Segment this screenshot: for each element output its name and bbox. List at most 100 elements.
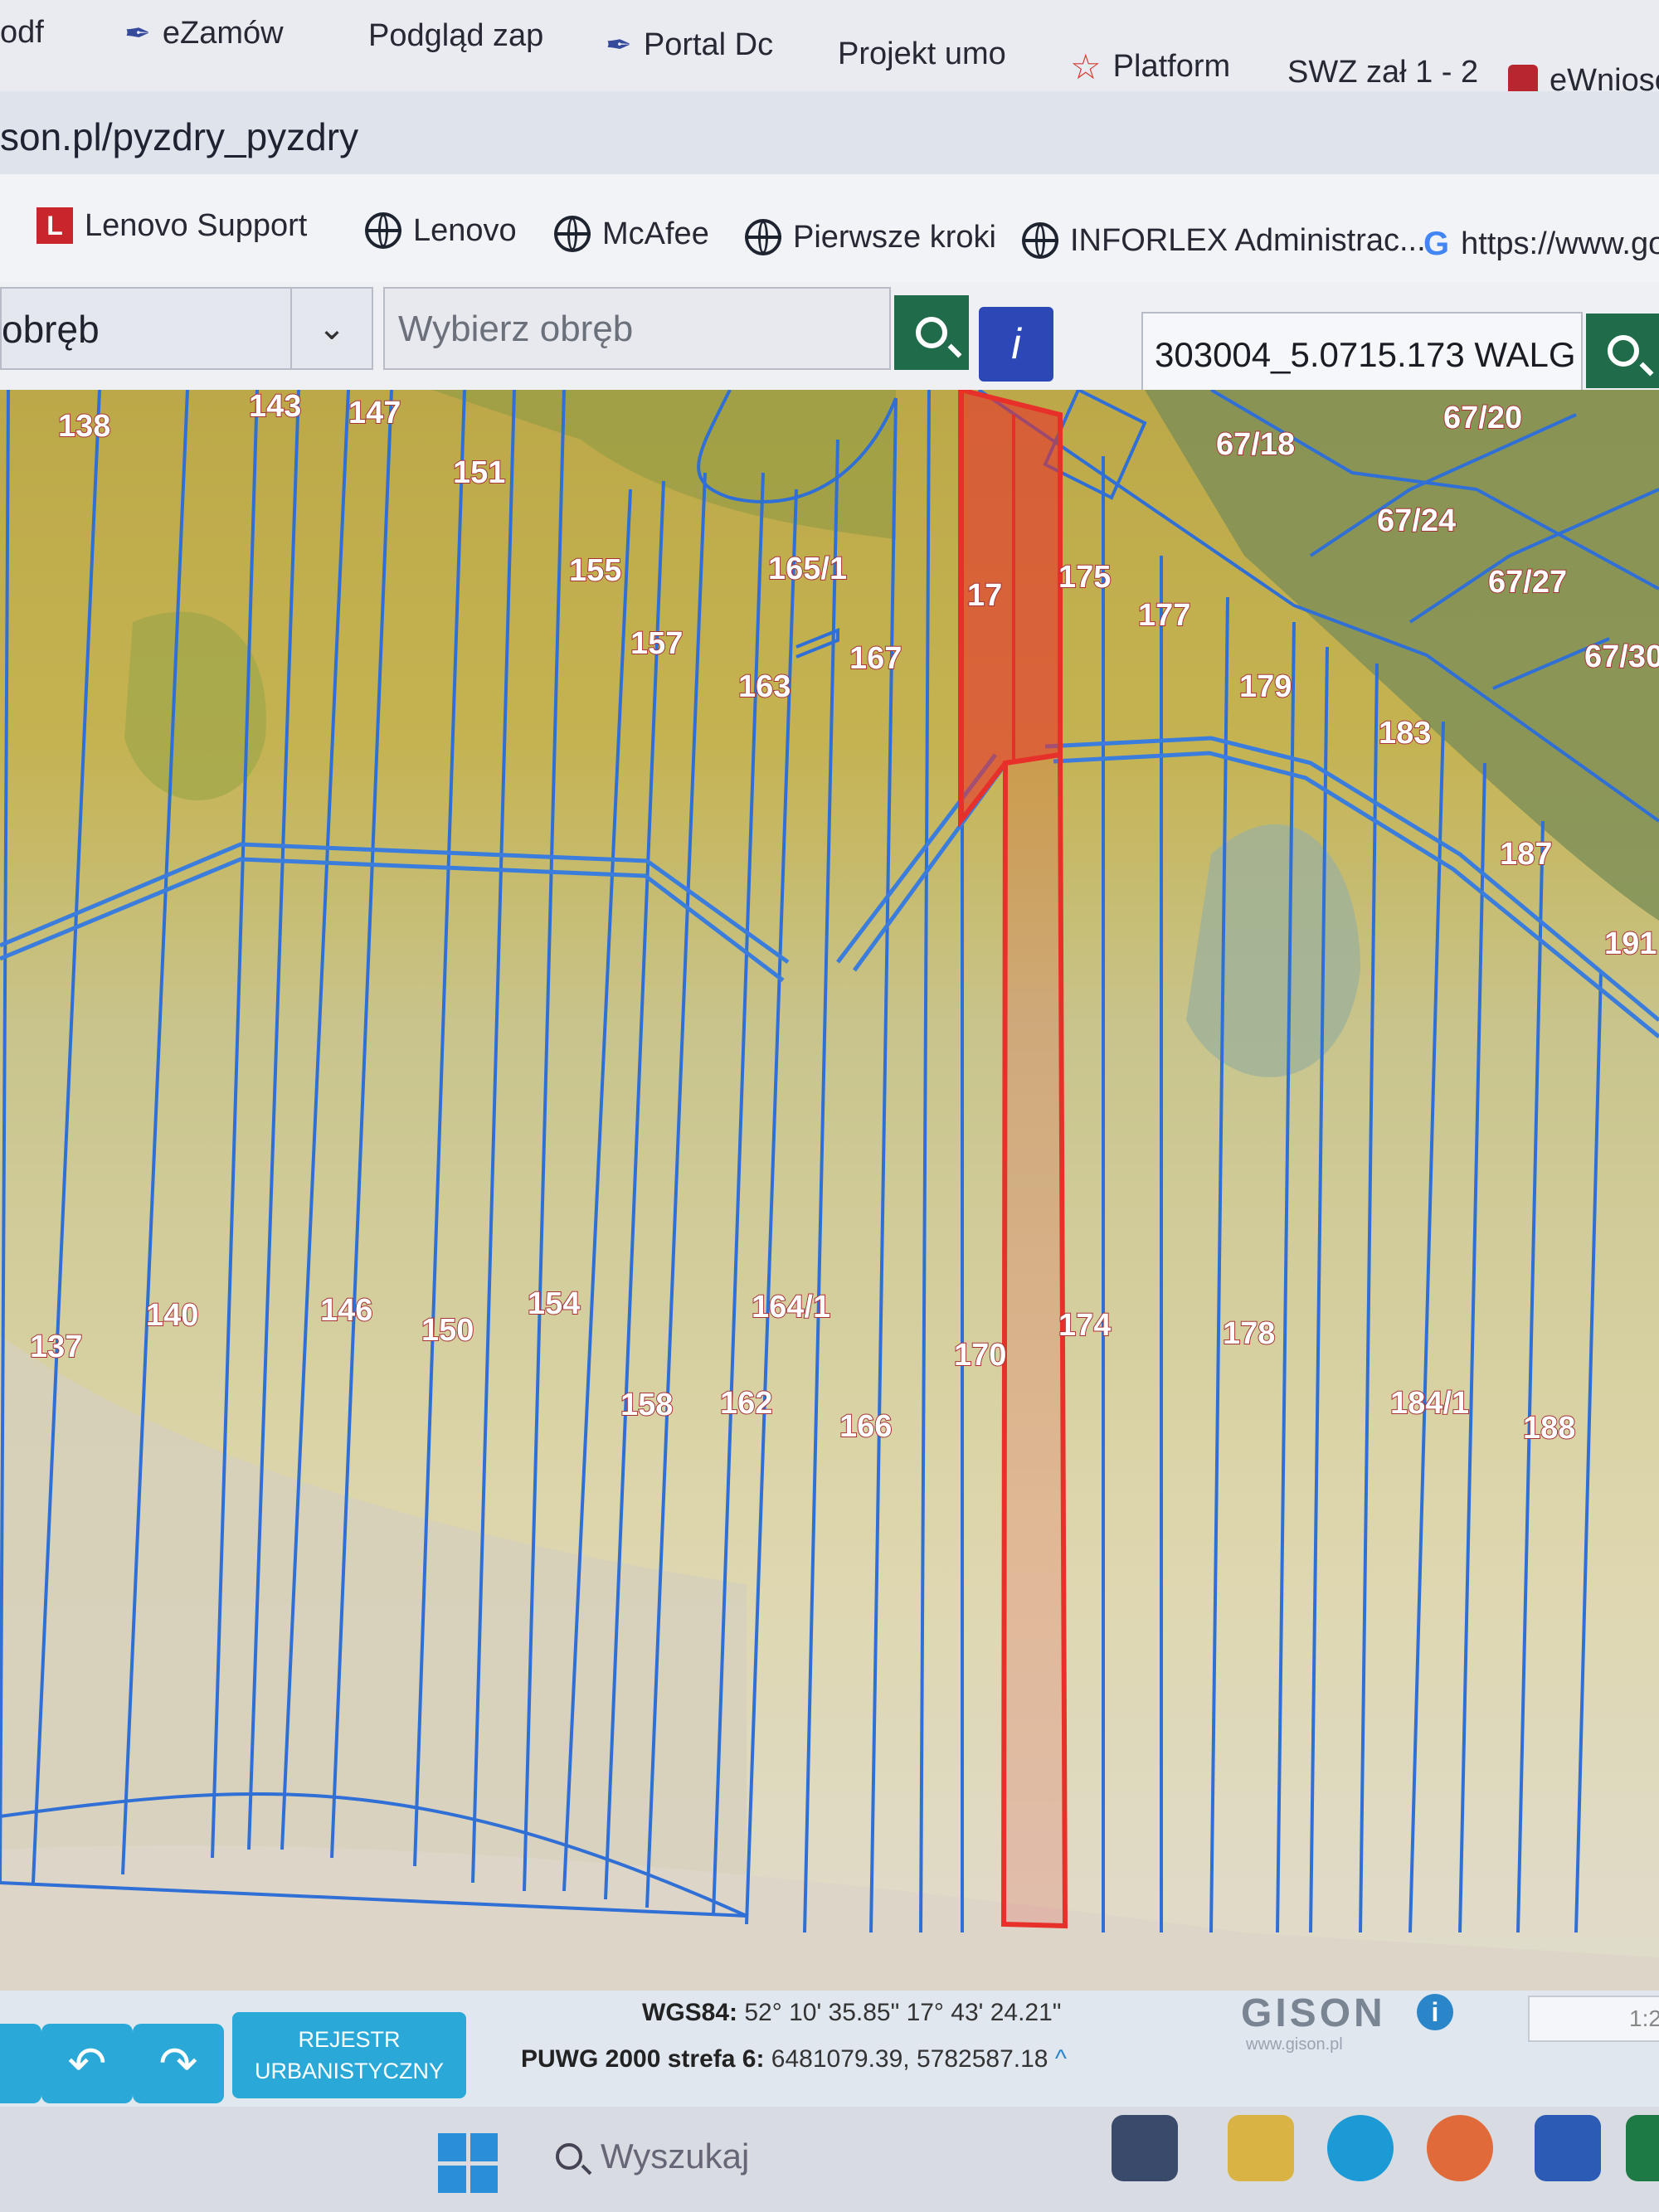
parcel-label: 165/1 [768, 552, 847, 586]
parcel-label: 143 [249, 390, 301, 424]
undo-icon: ↶ [67, 2037, 107, 2089]
parcel-label: 184/1 [1390, 1386, 1469, 1421]
chevron-down-icon[interactable]: ⌄ [290, 289, 372, 368]
bookmark-platform[interactable]: ☆ Platform [1070, 46, 1230, 87]
parcel-label: 67/27 [1488, 565, 1567, 600]
parcel-label: 146 [320, 1293, 372, 1328]
parcel-label: 158 [620, 1388, 673, 1422]
taskbar-search[interactable]: Wyszukaj [556, 2137, 749, 2176]
map-statusbar: ↶ ↷ REJESTR URBANISTYCZNY WGS84: 52° 10'… [0, 1991, 1659, 2107]
bookmark-mcafee[interactable]: McAfee [554, 216, 709, 252]
address-bar[interactable]: son.pl/pyzdry_pyzdry [0, 91, 1659, 175]
parcel-label: 167 [849, 641, 902, 676]
parcel-label: 151 [453, 455, 505, 490]
water-area [1186, 824, 1360, 1077]
side-button[interactable] [0, 2024, 41, 2103]
parcel-label: 67/18 [1216, 427, 1295, 462]
windows-start-icon[interactable] [438, 2133, 498, 2193]
scale-input[interactable]: 1:2 [1528, 1996, 1659, 2042]
parcel-label: 163 [738, 669, 791, 704]
precinct-search-button[interactable] [894, 295, 969, 370]
excel-icon[interactable] [1626, 2115, 1659, 2181]
bookmark-swz[interactable]: SWZ zał 1 - 2 [1287, 55, 1478, 90]
selected-parcel-strip[interactable] [1000, 751, 1068, 1929]
bookmark-lenovo[interactable]: Lenovo [365, 212, 517, 249]
bookmark-odf[interactable]: odf [0, 15, 44, 51]
parcel-label: 67/24 [1377, 503, 1456, 538]
undo-button[interactable]: ↶ [41, 2024, 133, 2103]
info-icon[interactable]: i [1417, 1994, 1453, 2030]
globe-icon [365, 212, 401, 249]
search-icon [916, 317, 947, 348]
bookmark-google[interactable]: Ghttps://www.go [1423, 226, 1659, 263]
parcel-label: 157 [630, 626, 683, 661]
globe-icon [745, 219, 781, 255]
parcel-label: 179 [1239, 669, 1292, 704]
url-text: son.pl/pyzdry_pyzdry [0, 115, 359, 158]
search-icon [556, 2143, 582, 2170]
file-explorer-icon[interactable] [1228, 2115, 1294, 2181]
wgs84-readout: WGS84: 52° 10' 35.85" 17° 43' 24.21" [642, 1999, 1062, 2026]
redo-icon: ↷ [158, 2037, 198, 2089]
bookmark-ezamow[interactable]: ✒ eZamów [124, 15, 284, 52]
parcel-label: 147 [348, 396, 401, 430]
map-svg[interactable]: 138 143 147 151 155 157 165/1 163 167 17… [0, 390, 1659, 1991]
bookmark-projekt[interactable]: Projekt umo [838, 36, 1006, 72]
search-mode-select[interactable]: obręb ⌄ [0, 287, 373, 370]
parcel-label: 166 [839, 1409, 892, 1444]
bookmark-pierwsze-kroki[interactable]: Pierwsze kroki [745, 219, 996, 255]
puwg-readout: PUWG 2000 strefa 6: 6481079.39, 5782587.… [521, 2045, 1067, 2073]
parcel-label: 178 [1223, 1316, 1275, 1351]
app-icon[interactable] [1112, 2115, 1178, 2181]
globe-icon [554, 216, 591, 252]
search-icon [1608, 335, 1639, 367]
windows-taskbar: Wyszukaj [0, 2107, 1659, 2212]
parcel-label: 183 [1379, 716, 1431, 751]
parcel-label: 162 [720, 1386, 772, 1421]
bookmark-inforlex[interactable]: INFORLEX Administrac... [1022, 222, 1426, 259]
bookmarks-bar: L Lenovo Support Lenovo McAfee Pierwsze k… [0, 174, 1659, 283]
rejestr-urbanistyczny-button[interactable]: REJESTR URBANISTYCZNY [232, 2012, 466, 2098]
parcel-label: 17 [967, 578, 1002, 613]
star-icon: ☆ [1070, 47, 1102, 86]
parcel-label: 170 [954, 1338, 1006, 1373]
parcel-id-input[interactable]: 303004_5.0715.173 WALG [1141, 312, 1583, 393]
google-icon: G [1423, 226, 1450, 262]
cadastral-map[interactable]: 138 143 147 151 155 157 165/1 163 167 17… [0, 390, 1659, 1991]
gison-url: www.gison.pl [1246, 2035, 1343, 2054]
chevron-up-icon[interactable]: ^ [1055, 2045, 1067, 2073]
feather-icon: ✒ [606, 28, 632, 63]
parcel-label: 177 [1138, 598, 1190, 633]
bookmarks-top-bar: odf ✒ eZamów Podgląd zap ✒ Portal Dc Proje… [0, 0, 1659, 98]
bookmark-lenovo-support[interactable]: L Lenovo Support [36, 207, 307, 244]
feather-icon: ✒ [124, 17, 151, 51]
parcel-label: 187 [1500, 837, 1552, 872]
parcel-label: 140 [146, 1298, 198, 1333]
search-mode-label: obręb [2, 308, 100, 351]
parcel-label: 191 [1604, 926, 1657, 961]
parcel-label: 154 [528, 1286, 580, 1321]
parcel-label: 188 [1523, 1411, 1575, 1446]
info-icon: i [1011, 320, 1021, 368]
bookmark-podglad[interactable]: Podgląd zap [368, 18, 543, 54]
firefox-icon[interactable] [1427, 2115, 1493, 2181]
bookmark-portal[interactable]: ✒ Portal Dc [606, 27, 773, 64]
map-toolbar: obręb ⌄ Wybierz obręb i 303004_5.0715.17… [0, 282, 1659, 393]
parcel-label: 67/30 [1584, 639, 1659, 674]
gison-logo: GISON [1241, 1991, 1386, 2035]
info-button[interactable]: i [979, 307, 1053, 382]
parcel-label: 164/1 [752, 1290, 830, 1325]
edge-icon[interactable] [1327, 2115, 1394, 2181]
parcel-label: 175 [1058, 560, 1111, 595]
parcel-label: 138 [58, 409, 110, 444]
parcel-label: 150 [421, 1313, 474, 1348]
precinct-input[interactable]: Wybierz obręb [383, 287, 891, 370]
word-icon[interactable] [1535, 2115, 1601, 2181]
globe-icon [1022, 222, 1058, 259]
parcel-label: 137 [30, 1330, 82, 1364]
parcel-label: 155 [569, 553, 621, 588]
parcel-label: 174 [1058, 1308, 1111, 1343]
parcel-search-button[interactable] [1586, 314, 1659, 388]
lenovo-icon: L [36, 207, 73, 244]
redo-button[interactable]: ↷ [133, 2024, 224, 2103]
